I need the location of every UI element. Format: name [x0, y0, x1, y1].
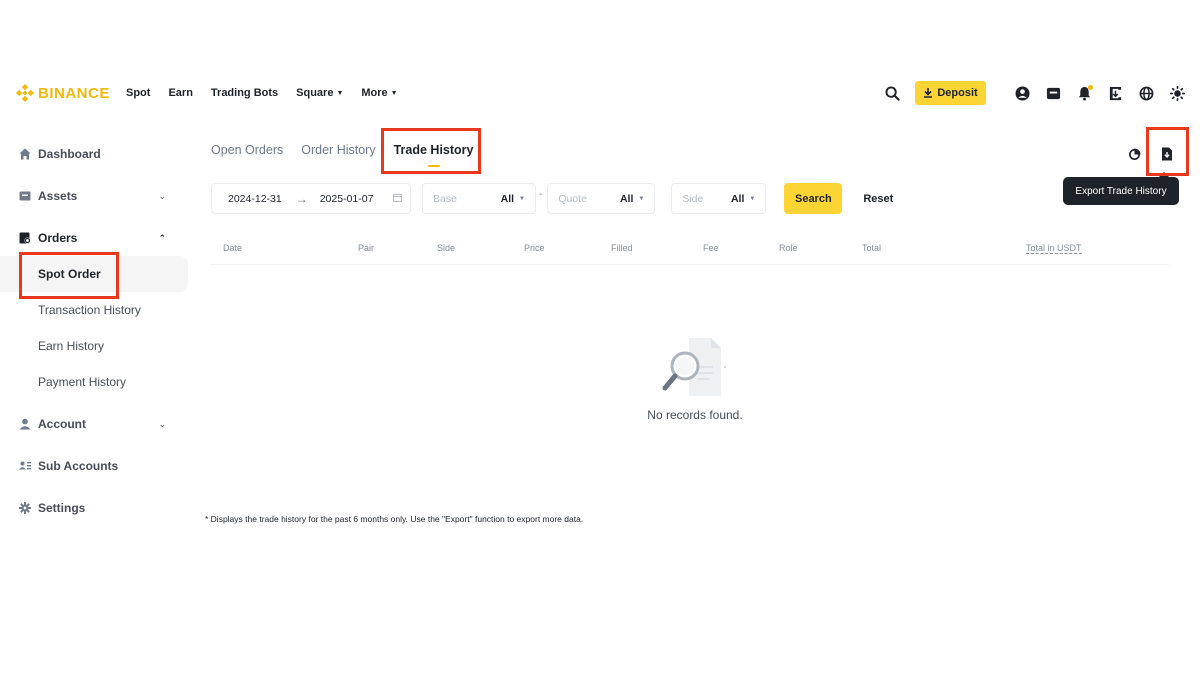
sidebar-item-label: Settings — [38, 501, 86, 515]
date-range-picker[interactable]: 2024-12-31 → 2025-01-07 — [211, 183, 411, 214]
side-placeholder: Side — [682, 192, 704, 205]
chevron-down-icon: ▼ — [390, 89, 398, 97]
column-header-fee[interactable]: Fee — [703, 243, 719, 253]
nav-link-label: Spot — [126, 87, 151, 99]
refresh-icon[interactable] — [1126, 146, 1142, 162]
sidebar-subitem-payment-history[interactable]: Payment History — [0, 364, 188, 400]
footnote: * Displays the trade history for the pas… — [205, 514, 584, 524]
caret-down-icon: ▼ — [519, 195, 525, 202]
home-icon — [18, 148, 32, 160]
nav-link-earn[interactable]: Earn — [168, 87, 192, 99]
calendar-icon — [392, 193, 403, 204]
chevron-up-icon: ⌃ — [158, 232, 166, 243]
nav-link-more[interactable]: More ▼ — [361, 87, 397, 99]
quote-select[interactable]: Quote All ▼ — [547, 183, 656, 214]
caret-down-icon: ▼ — [749, 195, 756, 202]
notification-dot — [1088, 84, 1093, 90]
no-records-illustration-icon — [662, 338, 727, 396]
history-tabs: Open Orders Order History Trade History — [211, 143, 491, 167]
side-value: All — [730, 192, 745, 205]
sidebar-item-label: Orders — [38, 231, 78, 245]
sidebar-item-dashboard[interactable]: Dashboard — [0, 136, 188, 172]
globe-icon[interactable] — [1138, 85, 1155, 102]
sidebar-item-assets[interactable]: Assets ⌄ — [0, 178, 188, 214]
brand-name: BINANCE — [38, 84, 110, 102]
chevron-down-icon: ▼ — [336, 89, 344, 97]
search-icon[interactable] — [884, 85, 901, 102]
tab-order-history[interactable]: Order History — [301, 143, 375, 157]
nav-link-label: Trading Bots — [210, 87, 279, 99]
empty-message: No records found. — [647, 408, 743, 422]
export-tooltip: Export Trade History — [1063, 172, 1179, 205]
column-header-total[interactable]: Total — [862, 243, 881, 253]
download-app-icon[interactable] — [1107, 85, 1124, 102]
sidebar-subitem-earn-history[interactable]: Earn History — [0, 328, 188, 364]
nav-link-square[interactable]: Square ▼ — [296, 87, 343, 99]
export-file-icon[interactable] — [1159, 146, 1175, 162]
nav-link-spot[interactable]: Spot — [126, 87, 150, 99]
nav-link-label: More — [361, 87, 388, 99]
chevron-down-icon: ⌄ — [158, 418, 166, 429]
date-start: 2024-12-31 — [228, 192, 282, 205]
sidebar-subitem-label: Payment History — [38, 375, 127, 389]
base-select[interactable]: Base All ▼ — [422, 183, 536, 214]
sidebar-subitem-label: Spot Order — [38, 267, 101, 281]
sub-accounts-icon — [18, 460, 32, 472]
bell-icon[interactable] — [1076, 84, 1093, 102]
wallet-icon — [18, 190, 32, 202]
person-icon — [18, 418, 32, 430]
nav-link-trading-bots[interactable]: Trading Bots — [211, 87, 278, 99]
sidebar-item-label: Sub Accounts — [38, 459, 119, 473]
theme-toggle-icon[interactable] — [1169, 85, 1186, 102]
deposit-button[interactable]: Deposit — [915, 81, 986, 105]
column-header-filled[interactable]: Filled — [611, 243, 633, 253]
sidebar-subitem-label: Transaction History — [38, 303, 141, 317]
side-select[interactable]: Side All ▼ — [671, 183, 767, 214]
date-end: 2025-01-07 — [319, 192, 374, 205]
download-arrow-icon — [924, 88, 933, 98]
user-icon[interactable] — [1014, 85, 1031, 102]
top-navbar: BINANCE Spot Earn Trading Bots Square ▼ M… — [0, 78, 1200, 110]
sidebar-item-sub-accounts[interactable]: Sub Accounts — [0, 448, 188, 484]
wallet-icon[interactable] — [1045, 85, 1062, 102]
column-header-side[interactable]: Side — [437, 243, 455, 253]
gear-icon — [18, 502, 32, 514]
orders-icon — [18, 232, 32, 244]
column-header-date[interactable]: Date — [223, 243, 242, 253]
deposit-label: Deposit — [937, 87, 978, 99]
sidebar: Dashboard Assets ⌄ Orders ⌃ Spot Order T… — [0, 136, 188, 526]
sidebar-subitem-transaction-history[interactable]: Transaction History — [0, 292, 188, 328]
base-placeholder: Base — [433, 192, 457, 205]
nav-link-label: Square — [296, 87, 334, 99]
sidebar-item-label: Assets — [38, 189, 78, 203]
nav-link-label: Earn — [168, 87, 193, 99]
sidebar-item-label: Dashboard — [38, 147, 101, 161]
reset-button[interactable]: Reset — [863, 193, 893, 205]
arrow-right-icon: → — [295, 191, 308, 206]
sidebar-item-account[interactable]: Account ⌄ — [0, 406, 188, 442]
sidebar-subitem-label: Earn History — [38, 339, 105, 353]
quote-placeholder: Quote — [558, 192, 587, 205]
sidebar-subitem-spot-order[interactable]: Spot Order — [0, 256, 188, 292]
chevron-down-icon: ⌄ — [158, 190, 166, 201]
tab-open-orders[interactable]: Open Orders — [211, 143, 283, 157]
filter-bar: 2024-12-31 → 2025-01-07 Base All ▼ - Quot… — [211, 183, 893, 214]
column-header-pair[interactable]: Pair — [358, 243, 374, 253]
column-header-total-usdt[interactable]: Total in USDT — [1026, 243, 1082, 254]
column-header-role[interactable]: Role — [779, 243, 798, 253]
base-value: All — [500, 192, 515, 205]
quote-value: All — [619, 192, 634, 205]
binance-logo[interactable]: BINANCE — [16, 84, 110, 102]
caret-down-icon: ▼ — [638, 195, 645, 202]
trade-table-header: Date Pair Side Price Filled Fee Role Tot… — [211, 238, 1169, 265]
sidebar-item-orders[interactable]: Orders ⌃ — [0, 220, 188, 256]
sidebar-item-settings[interactable]: Settings — [0, 490, 188, 526]
binance-logo-icon — [16, 84, 34, 102]
tab-trade-history[interactable]: Trade History — [394, 143, 473, 167]
column-header-price[interactable]: Price — [524, 243, 545, 253]
empty-state: No records found. — [600, 336, 790, 422]
sidebar-item-label: Account — [38, 417, 86, 431]
pair-separator: - — [539, 189, 543, 200]
search-button[interactable]: Search — [784, 183, 843, 214]
